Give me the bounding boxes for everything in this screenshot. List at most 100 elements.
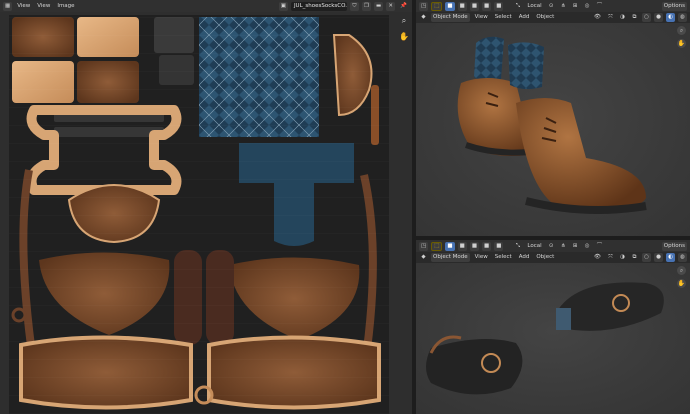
uv-island-quarter-left <box>19 335 193 410</box>
mode-difference-icon[interactable]: ■ <box>482 241 492 251</box>
proportional-edit-icon[interactable]: ◎ <box>583 2 592 11</box>
mode-subtract-icon[interactable]: ■ <box>469 241 480 251</box>
uv-island-quarter-right <box>207 335 381 410</box>
viewport-3d-top[interactable]: ◳ ⬚ ■ ■ ■ ■ ■ ⤡ Local ⊙ ⋔ ⊞ ◎ ⌒ Options … <box>416 0 690 236</box>
select-box-icon[interactable]: ⬚ <box>431 241 443 251</box>
new-image-icon[interactable]: ❐ <box>361 1 371 11</box>
mode-intersect-icon[interactable]: ■ <box>494 241 504 251</box>
shading-solid-icon[interactable]: ● <box>654 13 663 22</box>
viewport-bottom-menubar: ◆ Object Mode View Select Add Object 👁 ⤧… <box>416 252 690 263</box>
viewport-bottom-nav-gizmo: ⌕ ✋ <box>677 266 686 288</box>
shading-material-icon[interactable]: ◐ <box>666 253 675 262</box>
pivot-icon[interactable]: ⊙ <box>547 2 556 11</box>
hand-icon[interactable]: ✋ <box>399 32 409 42</box>
uv-editor-header: ▦ View View Image ▣ JUL_shoesSocksCO... … <box>0 0 412 12</box>
menu-view[interactable]: View <box>473 253 490 262</box>
boots-with-socks-model <box>457 36 647 214</box>
menu-object[interactable]: Object <box>534 253 556 262</box>
menu-view-2[interactable]: View <box>35 2 52 11</box>
menu-add[interactable]: Add <box>517 253 532 262</box>
mode-dropdown[interactable]: Object Mode <box>431 13 470 22</box>
uv-island-sock-cuff <box>239 143 354 246</box>
shading-wire-icon[interactable]: ○ <box>642 13 651 22</box>
boot-soles-model <box>426 282 664 395</box>
zoom-icon[interactable]: ⌕ <box>399 16 409 26</box>
select-box-icon[interactable]: ⬚ <box>431 1 443 11</box>
menu-view[interactable]: View <box>473 13 490 22</box>
hand-icon[interactable]: ✋ <box>677 39 686 48</box>
overlay-icon[interactable]: ◑ <box>618 253 627 262</box>
xray-icon[interactable]: ⧉ <box>630 13 639 22</box>
right-boot <box>516 98 646 210</box>
gizmo-icon[interactable]: ⤧ <box>606 13 615 22</box>
options-button[interactable]: Options <box>661 1 687 11</box>
open-image-icon[interactable]: ▬ <box>373 1 384 11</box>
xray-icon[interactable]: ⧉ <box>630 253 639 262</box>
uv-island-vamp-left <box>39 252 170 335</box>
mode-intersect-icon[interactable]: ■ <box>494 1 504 11</box>
image-name-field[interactable]: JUL_shoesSocksCO... <box>290 1 347 11</box>
mode-subtract-icon[interactable]: ■ <box>469 1 480 11</box>
menu-image[interactable]: Image <box>55 2 76 11</box>
boot-sole-lower <box>426 339 523 395</box>
uv-island-eyelet-stay <box>26 105 182 195</box>
zoom-icon[interactable]: ⌕ <box>677 26 686 35</box>
zoom-icon[interactable]: ⌕ <box>677 266 686 275</box>
proportional-edit-icon[interactable]: ◎ <box>583 242 592 251</box>
shading-solid-icon[interactable]: ● <box>654 253 663 262</box>
viewport-3d-bottom[interactable]: ◳ ⬚ ■ ■ ■ ■ ■ ⤡ Local ⊙ ⋔ ⊞ ◎ ⌒ Options … <box>416 240 690 414</box>
orientation-icon: ⤡ <box>515 242 521 249</box>
fake-user-icon[interactable]: ⛉ <box>349 1 359 11</box>
viewport-top-menubar: ◆ Object Mode View Select Add Object 👁 ⤧… <box>416 12 690 23</box>
orientation-dropdown[interactable]: Local <box>525 242 543 251</box>
falloff-icon[interactable]: ⌒ <box>595 242 605 251</box>
mode-extend-icon[interactable]: ■ <box>457 241 467 251</box>
snap-icon[interactable]: ⋔ <box>559 2 568 11</box>
pivot-icon[interactable]: ⊙ <box>547 242 556 251</box>
object-mode-icon: ◆ <box>421 14 426 20</box>
mode-set-icon[interactable]: ■ <box>445 241 455 251</box>
falloff-icon[interactable]: ⌒ <box>595 2 605 11</box>
shading-wire-icon[interactable]: ○ <box>642 253 651 262</box>
hand-icon[interactable]: ✋ <box>677 279 686 288</box>
mode-dropdown[interactable]: Object Mode <box>431 253 470 262</box>
shading-material-icon[interactable]: ◐ <box>666 13 675 22</box>
mode-difference-icon[interactable]: ■ <box>482 1 492 11</box>
snap-target-icon[interactable]: ⊞ <box>571 242 580 251</box>
visibility-icon[interactable]: 👁 <box>592 253 603 262</box>
mode-extend-icon[interactable]: ■ <box>457 1 467 11</box>
uv-nav-tools: ⌕ ✋ <box>399 16 409 42</box>
pin-icon[interactable]: 📌 <box>398 2 409 11</box>
viewport-top-nav-gizmo: ⌕ ✋ <box>677 26 686 48</box>
orientation-dropdown[interactable]: Local <box>525 2 543 11</box>
overlay-icon[interactable]: ◑ <box>618 13 627 22</box>
mode-set-icon[interactable]: ■ <box>445 1 455 11</box>
boot-sole-upper <box>556 282 664 331</box>
editor-type-icon[interactable]: ◳ <box>419 1 429 11</box>
editor-type-icon[interactable]: ▦ <box>3 1 13 11</box>
shading-rendered-icon[interactable]: ◍ <box>678 253 687 262</box>
viewport-top-toolbar: ◳ ⬚ ■ ■ ■ ■ ■ ⤡ Local ⊙ ⋔ ⊞ ◎ ⌒ Options <box>416 0 690 12</box>
image-browse-icon[interactable]: ▣ <box>278 1 288 11</box>
uv-island-tongue-dark <box>12 17 74 57</box>
menu-select[interactable]: Select <box>493 253 514 262</box>
menu-view-1[interactable]: View <box>15 2 32 11</box>
orientation-icon: ⤡ <box>515 2 521 9</box>
viewport-top-canvas[interactable] <box>416 23 690 236</box>
options-button[interactable]: Options <box>661 241 687 251</box>
uv-island-sock-argyle <box>199 17 319 137</box>
viewport-bottom-toolbar: ◳ ⬚ ■ ■ ■ ■ ■ ⤡ Local ⊙ ⋔ ⊞ ◎ ⌒ Options <box>416 240 690 252</box>
unlink-image-icon[interactable]: ✕ <box>386 1 396 11</box>
editor-type-icon[interactable]: ◳ <box>419 241 429 251</box>
uv-texture-canvas[interactable] <box>9 15 389 414</box>
snap-target-icon[interactable]: ⊞ <box>571 2 580 11</box>
menu-object[interactable]: Object <box>534 13 556 22</box>
visibility-icon[interactable]: 👁 <box>592 13 603 22</box>
menu-add[interactable]: Add <box>517 13 532 22</box>
snap-icon[interactable]: ⋔ <box>559 242 568 251</box>
uv-island-tongue-light <box>77 17 139 57</box>
menu-select[interactable]: Select <box>493 13 514 22</box>
gizmo-icon[interactable]: ⤧ <box>606 253 615 262</box>
shading-rendered-icon[interactable]: ◍ <box>678 13 687 22</box>
viewport-bottom-canvas[interactable] <box>416 263 690 414</box>
